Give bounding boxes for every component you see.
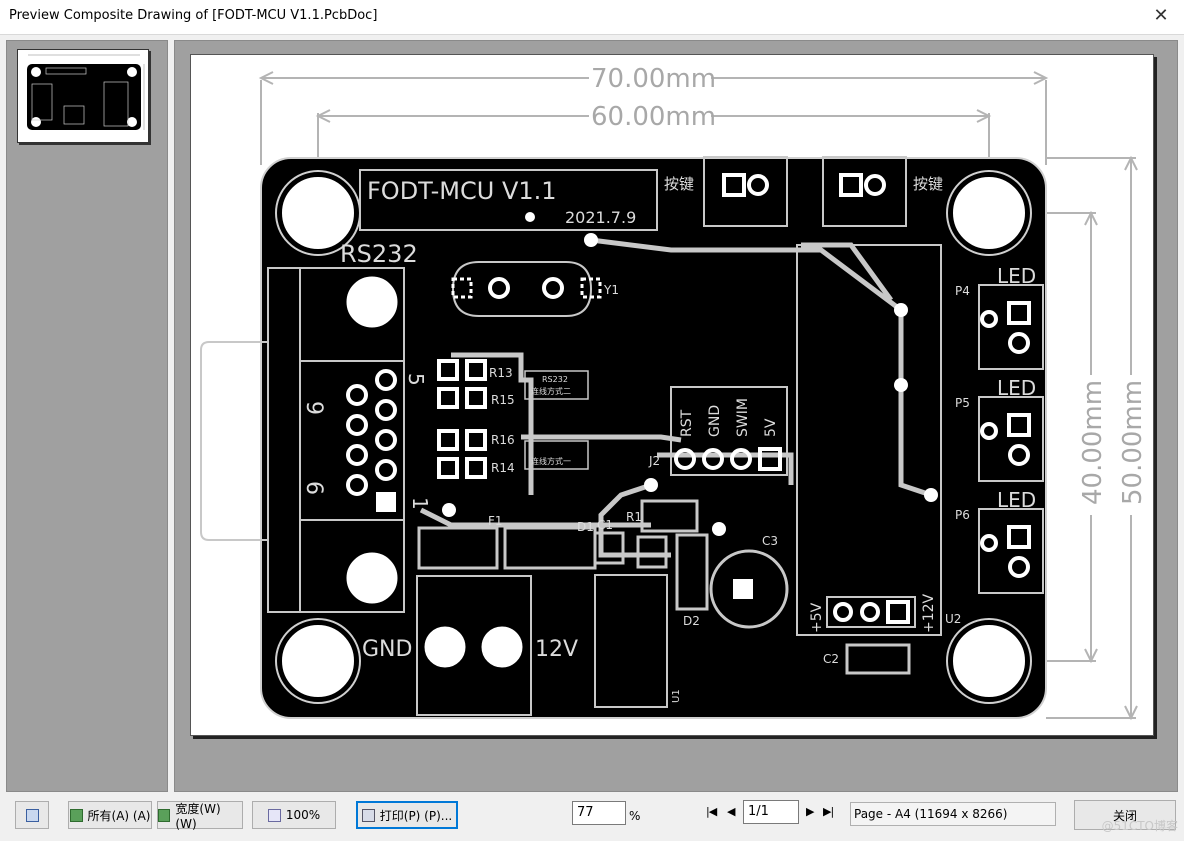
- window-title: Preview Composite Drawing of [FODT-MCU V…: [9, 8, 378, 23]
- label-led-p5: LED: [997, 376, 1036, 400]
- fit-all-icon: [69, 808, 83, 822]
- zoom-100-label: 100%: [285, 808, 321, 822]
- fit-width-label: 宽度(W) (W): [175, 801, 221, 831]
- label-d1: D1: [577, 520, 594, 534]
- label-r14: R14: [491, 461, 515, 475]
- previous-page-icon[interactable]: ◀: [727, 805, 736, 818]
- label-d2: D2: [683, 614, 700, 628]
- label-5v: 5V: [763, 418, 779, 437]
- last-page-icon[interactable]: ▶|: [823, 805, 834, 818]
- label-pin1: 1: [408, 497, 432, 510]
- bottom-toolbar: 所有(A) (A) 宽度(W) (W) 100% 打印(P) (P)... 77…: [0, 796, 1184, 841]
- fit-width-icon: [158, 808, 171, 822]
- label-mode-rs232: RS232: [542, 375, 568, 384]
- preview-page: 70.00mm 60.00mm 40.00mm 50.00mm FODT-MCU…: [190, 54, 1154, 736]
- label-gnd: GND: [362, 637, 412, 662]
- dim-inner-height: 40.00mm: [1078, 380, 1108, 505]
- zoom-input[interactable]: 77: [572, 801, 626, 825]
- page-info-status: Page - A4 (11694 x 8266): [850, 802, 1056, 826]
- label-r16: R16: [491, 433, 515, 447]
- label-12v: 12V: [535, 637, 578, 662]
- preview-area[interactable]: 70.00mm 60.00mm 40.00mm 50.00mm FODT-MCU…: [174, 40, 1178, 792]
- next-page-icon[interactable]: ▶: [806, 805, 815, 818]
- label-p2: P2: [771, 228, 786, 242]
- label-gnd-pin: GND: [707, 405, 723, 437]
- thumbnail-toggle-button[interactable]: [15, 801, 49, 829]
- label-mode-two: 连线方式二: [531, 386, 571, 396]
- label-rs232: RS232: [340, 240, 418, 268]
- label-plus5v: +5V: [809, 602, 825, 633]
- label-pin5: 5: [404, 373, 428, 386]
- pcb-drawing: 70.00mm 60.00mm 40.00mm 50.00mm FODT-MCU…: [200, 64, 1148, 721]
- label-r13: R13: [489, 366, 513, 380]
- label-p6: P6: [955, 508, 970, 522]
- label-c1: C1: [597, 518, 613, 532]
- label-swim: SWIM: [735, 398, 751, 437]
- label-rst: RST: [679, 409, 695, 437]
- label-button-left: 按键: [664, 175, 694, 193]
- label-u2: U2: [945, 612, 961, 626]
- pcb-date: 2021.7.9: [565, 208, 636, 227]
- label-c3: C3: [762, 534, 778, 548]
- percent-label: %: [629, 809, 641, 823]
- label-button-right: 按键: [913, 175, 943, 193]
- pcb-title: FODT-MCU V1.1: [367, 177, 557, 205]
- zoom-100-icon: [267, 808, 281, 822]
- dim-inner-width: 60.00mm: [591, 102, 716, 132]
- label-p3: P3: [888, 228, 903, 242]
- label-pin9: 9: [301, 401, 326, 415]
- label-p5: P5: [955, 396, 970, 410]
- title-bar: Preview Composite Drawing of [FODT-MCU V…: [0, 0, 1184, 35]
- label-led-p4: LED: [997, 264, 1036, 288]
- dim-outer-width: 70.00mm: [591, 64, 716, 94]
- label-pin6: 6: [301, 481, 326, 495]
- label-p4: P4: [955, 284, 970, 298]
- label-f1: F1: [488, 514, 503, 528]
- printer-icon: [361, 808, 375, 822]
- label-led-p6: LED: [997, 488, 1036, 512]
- watermark: @51CTO博客: [1101, 819, 1178, 833]
- label-j1: J1: [270, 251, 282, 265]
- label-u1: U1: [671, 689, 682, 703]
- thumbnail-icon: [25, 808, 39, 822]
- label-r1: R1: [626, 510, 642, 524]
- label-mode-one: 连线方式一: [531, 456, 571, 466]
- page-thumbnail[interactable]: [17, 49, 149, 143]
- dim-outer-height: 50.00mm: [1118, 380, 1148, 505]
- print-button[interactable]: 打印(P) (P)...: [356, 801, 458, 829]
- first-page-icon[interactable]: |◀: [706, 805, 717, 818]
- label-plus12v: +12V: [921, 593, 937, 633]
- close-icon[interactable]: ✕: [1148, 4, 1174, 28]
- thumbnail-panel[interactable]: [6, 40, 168, 792]
- page-input[interactable]: 1/1: [743, 800, 799, 824]
- label-p1: P1: [397, 700, 412, 714]
- label-c2: C2: [823, 652, 839, 666]
- label-y1: Y1: [603, 283, 619, 297]
- label-j2: J2: [648, 454, 660, 468]
- fit-width-button[interactable]: 宽度(W) (W): [157, 801, 243, 831]
- thumbnail-image: [27, 54, 145, 130]
- zoom-100-button[interactable]: 100%: [252, 801, 336, 829]
- print-label: 打印(P) (P)...: [379, 808, 453, 823]
- label-r15: R15: [491, 393, 515, 407]
- fit-all-button[interactable]: 所有(A) (A): [68, 801, 152, 829]
- fit-all-label: 所有(A) (A): [87, 808, 151, 823]
